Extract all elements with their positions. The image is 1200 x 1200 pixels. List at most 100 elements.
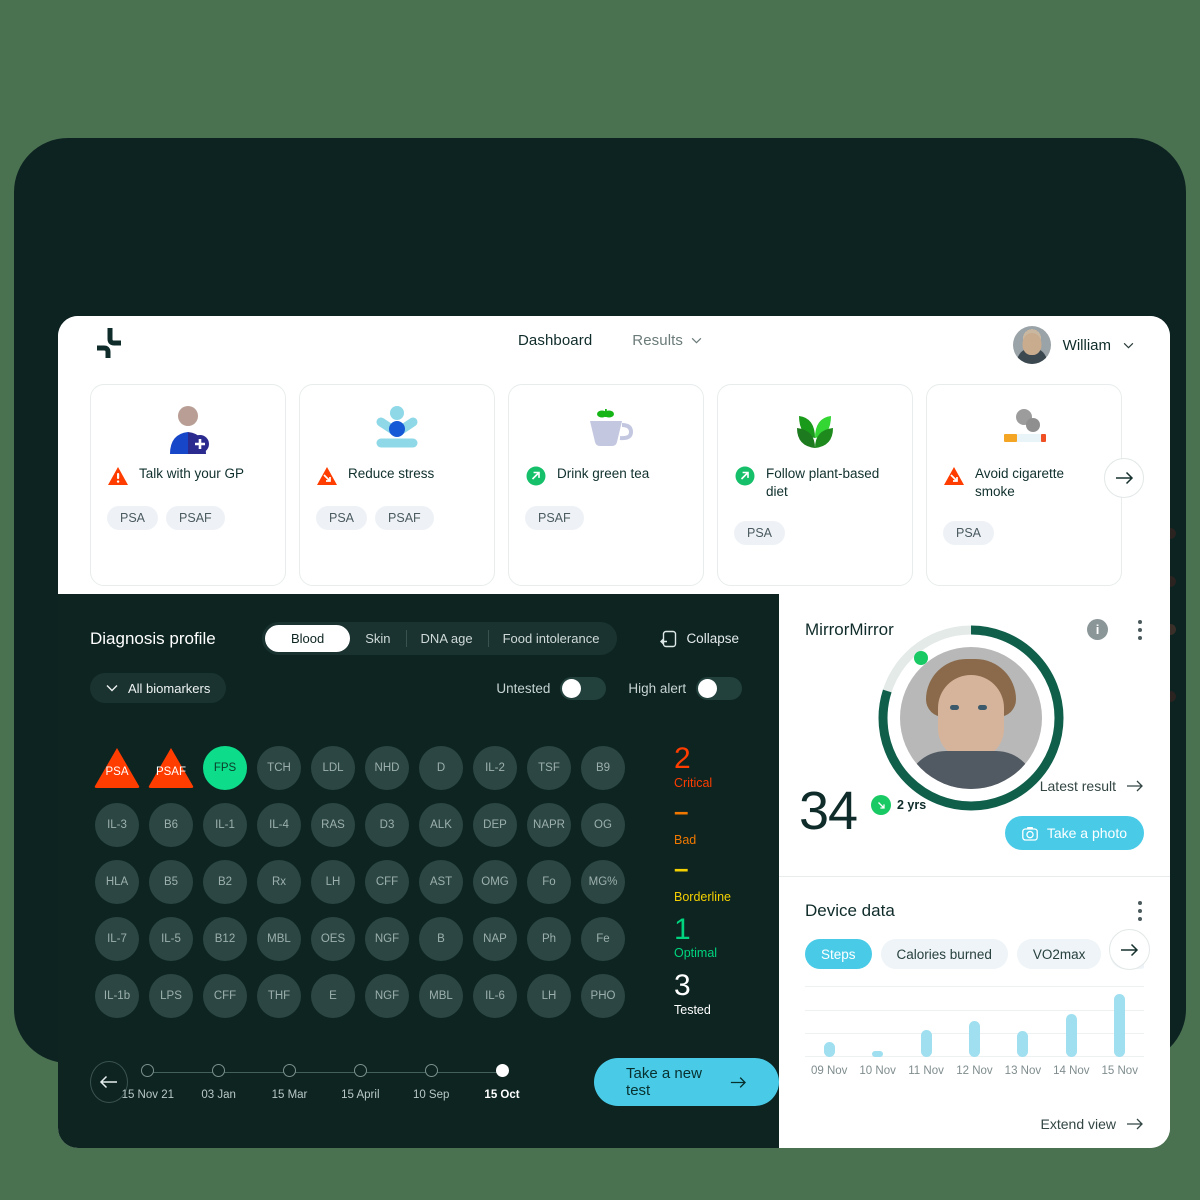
- tab-label: DNA age: [420, 631, 473, 646]
- biomarker-PSAF[interactable]: PSAF: [147, 746, 195, 790]
- biomarker-FPS[interactable]: FPS: [203, 746, 247, 790]
- device-tab-steps[interactable]: Steps: [805, 939, 872, 969]
- biomarker-Fe[interactable]: Fe: [581, 917, 625, 962]
- info-icon[interactable]: i: [1087, 619, 1108, 640]
- extend-view-link[interactable]: Extend view: [1041, 1116, 1144, 1132]
- recommendation-card[interactable]: Follow plant-based diet PSA: [717, 384, 913, 586]
- chart-bar[interactable]: [920, 1029, 932, 1057]
- recommendations-next-button[interactable]: [1104, 458, 1144, 498]
- recommendation-card[interactable]: Reduce stress PSA PSAF: [299, 384, 495, 586]
- biomarker-Rx[interactable]: Rx: [257, 860, 301, 905]
- recommendation-card[interactable]: Talk with your GP PSA PSAF: [90, 384, 286, 586]
- tag[interactable]: PSA: [943, 521, 995, 546]
- biomarker-LH[interactable]: LH: [527, 974, 571, 1019]
- collapse-button[interactable]: Collapse: [659, 630, 739, 648]
- biomarker-B[interactable]: B: [419, 917, 463, 962]
- recommendation-card[interactable]: Drink green tea PSAF: [508, 384, 704, 586]
- biomarker-RAS[interactable]: RAS: [311, 803, 355, 848]
- biomarker-TSF[interactable]: TSF: [527, 746, 571, 790]
- device-tab-calories-burned[interactable]: Calories burned: [880, 939, 1008, 969]
- biomarker-IL-4[interactable]: IL-4: [257, 803, 301, 848]
- chart-bar[interactable]: [968, 1021, 980, 1057]
- timeline-label: 15 Mar: [271, 1088, 308, 1101]
- biomarker-IL-5[interactable]: IL-5: [149, 917, 193, 962]
- biomarker-B2[interactable]: B2: [203, 860, 247, 905]
- tag[interactable]: PSAF: [166, 506, 225, 530]
- tag[interactable]: PSAF: [375, 506, 434, 530]
- biomarker-THF[interactable]: THF: [257, 974, 301, 1019]
- biomarker-IL-6[interactable]: IL-6: [473, 974, 517, 1019]
- biomarker-B5[interactable]: B5: [149, 860, 193, 905]
- biomarker-DEP[interactable]: DEP: [473, 803, 517, 848]
- biomarker-D3[interactable]: D3: [365, 803, 409, 848]
- biomarker-PSA[interactable]: PSA: [93, 746, 141, 790]
- biomarker-B6[interactable]: B6: [149, 803, 193, 848]
- take-new-test-button[interactable]: Take a new test: [594, 1058, 779, 1106]
- biomarker-CFF[interactable]: CFF: [365, 860, 409, 905]
- device-tabs-next-button[interactable]: [1109, 929, 1150, 970]
- biomarker-IL-1[interactable]: IL-1: [203, 803, 247, 848]
- biomarker-NAPR[interactable]: NAPR: [527, 803, 571, 848]
- chart-bar[interactable]: [1017, 1031, 1029, 1057]
- device-tab-vo2max[interactable]: VO2max: [1016, 939, 1102, 969]
- biomarker-MBL[interactable]: MBL: [419, 974, 463, 1019]
- tag[interactable]: PSA: [316, 506, 368, 530]
- chart-bar[interactable]: [1065, 1013, 1077, 1057]
- biomarker-NHD[interactable]: NHD: [365, 746, 409, 790]
- biomarker-TCH[interactable]: TCH: [257, 746, 301, 790]
- biomarker-IL-1b[interactable]: IL-1b: [95, 974, 139, 1019]
- biomarker-PHO[interactable]: PHO: [581, 974, 625, 1019]
- biomarker-OG[interactable]: OG: [581, 803, 625, 848]
- logo-icon[interactable]: [90, 324, 128, 362]
- nav-item-dashboard[interactable]: Dashboard: [518, 332, 592, 349]
- biomarker-Fo[interactable]: Fo: [527, 860, 571, 905]
- biomarker-AST[interactable]: AST: [419, 860, 463, 905]
- biomarker-MG%[interactable]: MG%: [581, 860, 625, 905]
- biomarker-IL-2[interactable]: IL-2: [473, 746, 517, 790]
- biomarker-OMG[interactable]: OMG: [473, 860, 517, 905]
- nav-item-results[interactable]: Results: [632, 332, 702, 349]
- biomarker-D[interactable]: D: [419, 746, 463, 790]
- biomarker-label: CFF: [213, 990, 237, 1003]
- biomarker-LH[interactable]: LH: [311, 860, 355, 905]
- biomarker-CFF[interactable]: CFF: [203, 974, 247, 1019]
- tab-dna-age[interactable]: DNA age: [405, 625, 488, 652]
- biomarker-LPS[interactable]: LPS: [149, 974, 193, 1019]
- collapse-icon: [660, 630, 677, 647]
- biomarker-OES[interactable]: OES: [311, 917, 355, 962]
- biomarker-B12[interactable]: B12: [203, 917, 247, 962]
- recommendation-card[interactable]: Avoid cigarette smoke PSA: [926, 384, 1122, 586]
- chart-bar-slot: [805, 987, 853, 1057]
- untested-toggle[interactable]: [560, 676, 607, 700]
- biomarker-B9[interactable]: B9: [581, 746, 625, 790]
- biomarker-tags: PSA: [734, 521, 896, 546]
- all-biomarkers-dropdown[interactable]: All biomarkers: [90, 673, 227, 703]
- chart-bar[interactable]: [872, 1050, 884, 1057]
- tab-food-intolerance[interactable]: Food intolerance: [487, 625, 615, 652]
- biomarker-NAP[interactable]: NAP: [473, 917, 517, 962]
- biomarker-MBL[interactable]: MBL: [257, 917, 301, 962]
- biomarker-LDL[interactable]: LDL: [311, 746, 355, 790]
- chart-bar[interactable]: [1114, 994, 1126, 1057]
- tag[interactable]: PSAF: [525, 506, 584, 530]
- kebab-menu-icon[interactable]: [1138, 620, 1142, 644]
- biomarker-NGF[interactable]: NGF: [365, 917, 409, 962]
- tab-skin[interactable]: Skin: [350, 625, 405, 652]
- chart-bar[interactable]: [823, 1041, 835, 1057]
- biomarker-IL-3[interactable]: IL-3: [95, 803, 139, 848]
- biomarker-E[interactable]: E: [311, 974, 355, 1019]
- take-photo-button[interactable]: Take a photo: [1004, 816, 1144, 850]
- high-alert-toggle[interactable]: [696, 676, 743, 700]
- kebab-menu-icon[interactable]: [1138, 901, 1142, 925]
- latest-result-link[interactable]: Latest result: [1040, 778, 1144, 794]
- tab-blood[interactable]: Blood: [265, 625, 351, 652]
- biomarker-Ph[interactable]: Ph: [527, 917, 571, 962]
- biomarker-IL-7[interactable]: IL-7: [95, 917, 139, 962]
- biomarker-ALK[interactable]: ALK: [419, 803, 463, 848]
- tag[interactable]: PSA: [107, 506, 159, 530]
- chevron-down-icon: [1123, 342, 1134, 349]
- biomarker-HLA[interactable]: HLA: [95, 860, 139, 905]
- biomarker-NGF[interactable]: NGF: [365, 974, 409, 1019]
- tag[interactable]: PSA: [734, 521, 786, 546]
- user-menu[interactable]: William: [1012, 326, 1134, 364]
